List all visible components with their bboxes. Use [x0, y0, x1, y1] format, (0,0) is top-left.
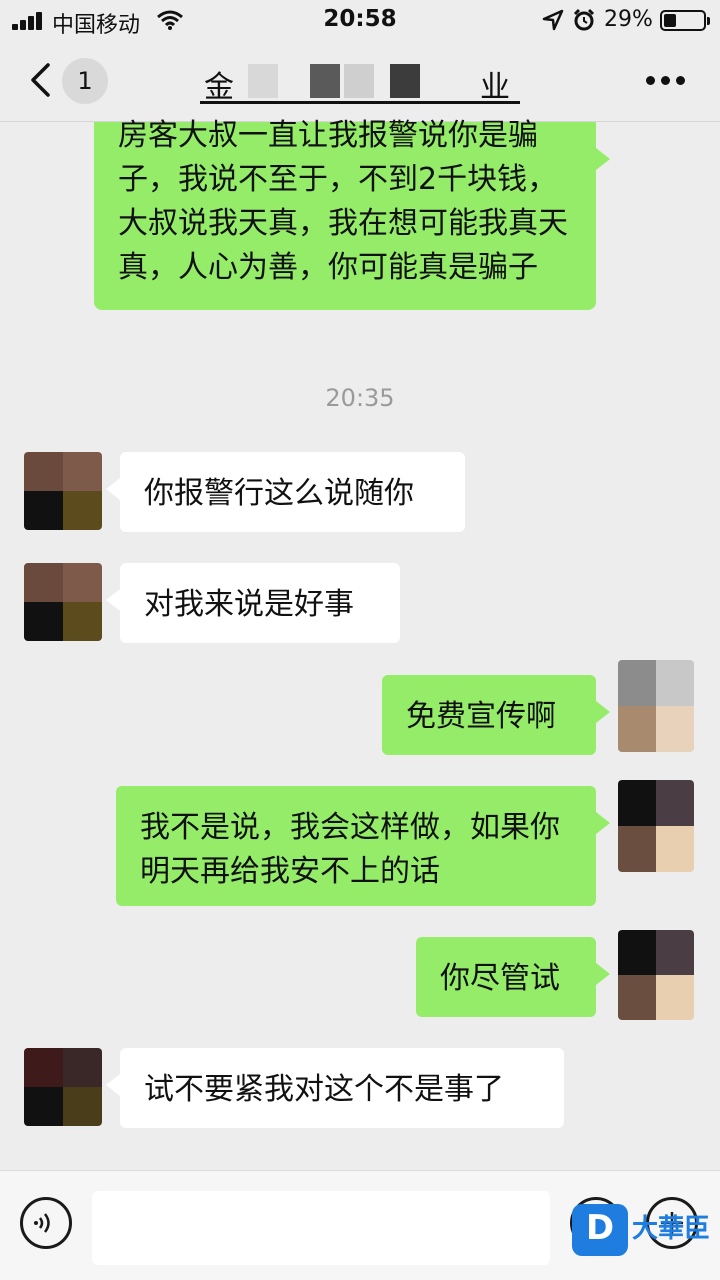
message-text: 我不是说，我会这样做，如果你明天再给我安不上的话 [140, 810, 560, 889]
alarm-icon [573, 8, 595, 31]
message-bubble-incoming: 对我来说是好事 [106, 563, 400, 643]
message-input[interactable] [92, 1191, 550, 1265]
voice-icon[interactable] [20, 1197, 72, 1249]
contact-avatar[interactable] [24, 1048, 102, 1126]
contact-avatar[interactable] [24, 452, 102, 530]
chat-title-last-char: 业 [480, 70, 510, 105]
watermark-logo-letter: D [585, 1208, 615, 1248]
battery-percent: 29% [604, 7, 653, 32]
watermark-logo-icon: D [572, 1204, 628, 1256]
message-text: 你尽管试 [440, 961, 560, 996]
battery-icon [660, 10, 710, 31]
message-bubble-incoming: 你报警行这么说随你 [106, 452, 465, 532]
watermark-text: 大華臣 [632, 1214, 711, 1244]
my-avatar[interactable] [618, 780, 694, 872]
message-text: 你报警行这么说随你 [144, 476, 414, 511]
my-avatar[interactable] [618, 930, 694, 1020]
message-text: 房客大叔一直让我报警说你是骗子，我说不至于，不到2千块钱，大叔说我天真，我在想可… [118, 118, 568, 285]
chevron-left-icon[interactable] [28, 62, 52, 98]
my-avatar[interactable] [618, 660, 694, 752]
unread-count-badge[interactable]: 1 [62, 58, 108, 104]
message-bubble-outgoing: 我不是说，我会这样做，如果你明天再给我安不上的话 [116, 786, 610, 906]
location-icon [542, 9, 564, 31]
title-redaction [240, 64, 440, 98]
message-text: 免费宣传啊 [406, 699, 556, 734]
nav-bar: 1 金 业 [0, 40, 720, 122]
contact-avatar[interactable] [24, 563, 102, 641]
watermark: D 大華臣 [568, 1200, 718, 1260]
chat-title-first-char: 金 [204, 70, 234, 105]
chat-title[interactable]: 金 业 [200, 60, 520, 105]
chat-timestamp: 20:35 [325, 384, 395, 412]
ellipsis-icon[interactable] [646, 76, 686, 86]
message-bubble-outgoing: 房客大叔一直让我报警说你是骗子，我说不至于，不到2千块钱，大叔说我天真，我在想可… [94, 118, 610, 310]
message-bubble-incoming: 试不要紧我对这个不是事了 [106, 1048, 564, 1128]
message-bubble-outgoing: 你尽管试 [416, 937, 610, 1017]
message-text: 对我来说是好事 [144, 587, 354, 622]
message-text: 试不要紧我对这个不是事了 [144, 1072, 504, 1107]
message-bubble-outgoing: 免费宣传啊 [382, 675, 610, 755]
status-bar: 中国移动 20:58 29% [0, 0, 720, 40]
